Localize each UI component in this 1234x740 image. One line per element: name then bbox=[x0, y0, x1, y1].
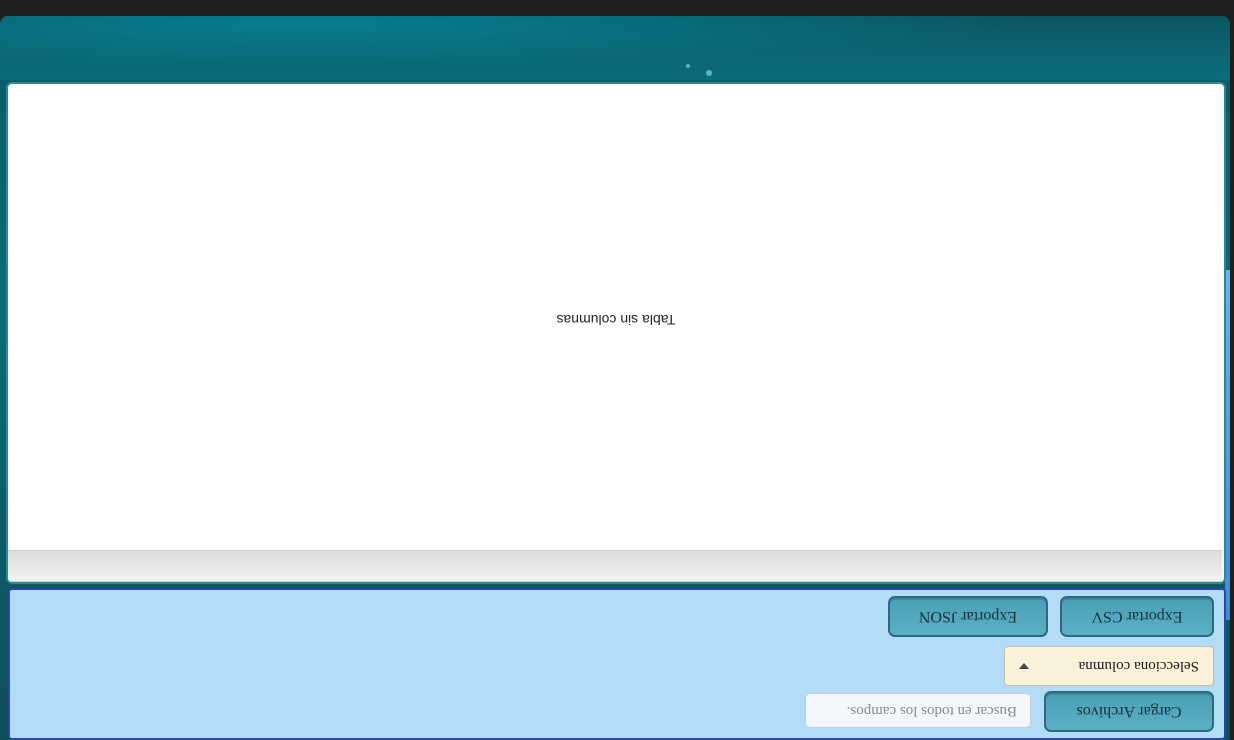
export-csv-button[interactable]: Exportar CSV bbox=[1060, 596, 1214, 637]
column-select-value: Selecciona columna bbox=[1078, 658, 1199, 675]
app-window: Tabla sin columnas Cargar Archivos Selec… bbox=[0, 16, 1230, 740]
title-bar-strip bbox=[0, 0, 1234, 16]
banner-sparkle bbox=[686, 64, 690, 68]
banner-sparkle bbox=[706, 70, 712, 76]
toolbar: Cargar Archivos Selecciona columna Expor… bbox=[8, 588, 1226, 740]
search-input[interactable] bbox=[805, 693, 1031, 728]
horizontal-scrollbar[interactable] bbox=[8, 550, 1222, 582]
load-files-button[interactable]: Cargar Archivos bbox=[1044, 691, 1214, 732]
app-screen: Tabla sin columnas Cargar Archivos Selec… bbox=[0, 0, 1234, 740]
dropdown-arrow-icon bbox=[1019, 663, 1029, 669]
header-banner bbox=[0, 16, 1230, 80]
data-table-panel: Tabla sin columnas bbox=[6, 82, 1226, 584]
table-empty-message: Tabla sin columnas bbox=[556, 312, 676, 328]
column-select[interactable]: Selecciona columna bbox=[1004, 646, 1214, 686]
export-json-button[interactable]: Exportar JSON bbox=[888, 596, 1048, 637]
